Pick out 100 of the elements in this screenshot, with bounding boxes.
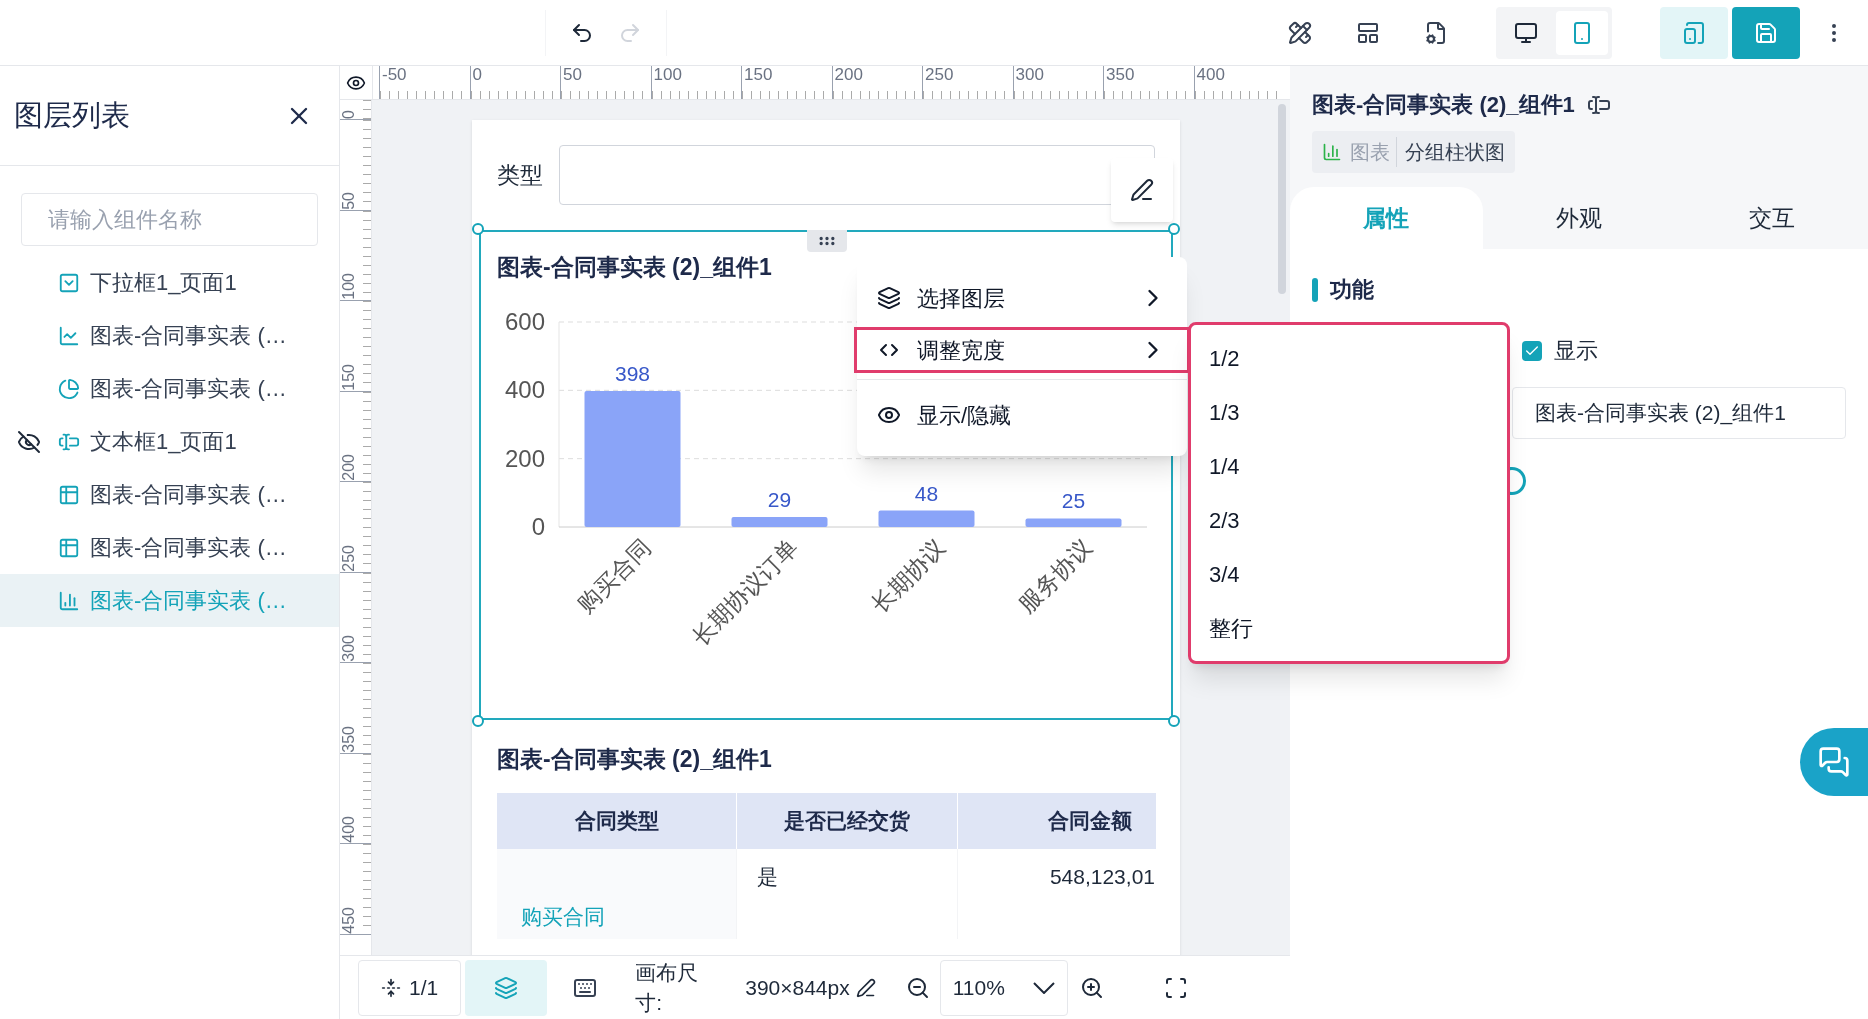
tab[interactable]: 交互 bbox=[1675, 187, 1868, 249]
canvas-size-value: 390×844px bbox=[745, 974, 850, 1001]
edit-button[interactable] bbox=[1111, 158, 1173, 222]
chat-button[interactable] bbox=[1800, 728, 1868, 796]
table-icon bbox=[58, 483, 80, 506]
table-header-cell: 合同类型 bbox=[497, 792, 737, 849]
layer-item[interactable]: 图表-合同事实表 (… bbox=[0, 521, 339, 574]
bar-value-label: 29 bbox=[767, 487, 792, 511]
resize-handle[interactable] bbox=[1168, 715, 1180, 727]
bar-value-label: 398 bbox=[615, 361, 650, 385]
ruler-mark: 350 bbox=[340, 724, 358, 753]
ruler-mark: 0 bbox=[340, 109, 358, 119]
hidden-icon[interactable] bbox=[17, 429, 41, 454]
submenu-option[interactable]: 1/2 bbox=[1191, 331, 1507, 385]
layer-item[interactable]: 下拉框1_页面1 bbox=[0, 256, 339, 309]
line-chart-icon bbox=[58, 324, 80, 347]
menu-label: 显示/隐藏 bbox=[917, 401, 1013, 430]
desktop-icon bbox=[1514, 20, 1538, 45]
ruler-mark: 50 bbox=[562, 66, 583, 84]
pie-chart-icon bbox=[58, 377, 80, 400]
category-label: 购买合同 bbox=[572, 533, 657, 618]
resize-handle[interactable] bbox=[472, 715, 484, 727]
search-field[interactable]: 请输入组件名称 bbox=[21, 193, 318, 246]
zoom-out-icon[interactable] bbox=[905, 975, 930, 1000]
submenu-option[interactable]: 整行 bbox=[1191, 601, 1507, 655]
bar-value-label: 48 bbox=[914, 481, 939, 505]
table-header-cell: 是否已经交货 bbox=[737, 792, 958, 849]
pen-icon[interactable] bbox=[855, 977, 876, 998]
layers-icon bbox=[877, 286, 901, 310]
component-title: 图表-合同事实表 (2)_组件1 bbox=[1312, 91, 1575, 119]
axis-tick-label: 400 bbox=[504, 375, 545, 403]
axis-tick-label: 600 bbox=[504, 307, 545, 335]
file-gear-icon[interactable] bbox=[1424, 20, 1448, 45]
layer-label: 图表-合同事实表 (… bbox=[90, 481, 287, 509]
ruler-mark: 250 bbox=[340, 543, 358, 572]
axis-tick-label: 0 bbox=[531, 512, 545, 540]
resize-handle[interactable] bbox=[472, 223, 484, 235]
ruler-mark: 0 bbox=[471, 66, 483, 84]
table-title: 图表-合同事实表 (2)_组件1 bbox=[497, 745, 773, 774]
submenu-option[interactable]: 1/3 bbox=[1191, 385, 1507, 439]
checkbox-label: 显示 bbox=[1554, 337, 1598, 365]
axis-tick-label: 200 bbox=[504, 444, 545, 472]
section-marker bbox=[1312, 277, 1318, 302]
layer-label: 图表-合同事实表 (… bbox=[90, 375, 287, 403]
ruler-mark: 300 bbox=[340, 634, 358, 662]
page-icon bbox=[381, 977, 401, 998]
layers-button[interactable] bbox=[465, 959, 548, 1016]
ruler-mark: 150 bbox=[743, 66, 774, 84]
zoom-in-icon[interactable] bbox=[1079, 975, 1104, 1000]
menu-label: 调整宽度 bbox=[917, 336, 1006, 365]
ruler-mark: 250 bbox=[924, 66, 955, 84]
layer-label: 下拉框1_页面1 bbox=[90, 269, 237, 297]
drag-handle[interactable] bbox=[807, 230, 847, 252]
layer-item[interactable]: 图表-合同事实表 (… bbox=[0, 309, 339, 362]
page-count-button[interactable]: 1/1 bbox=[358, 959, 462, 1016]
category-label: 长期协议 bbox=[866, 533, 951, 618]
type-category: 图表 bbox=[1350, 137, 1397, 167]
category-label: 服务协议 bbox=[1013, 533, 1098, 618]
category-label: 长期协议订单 bbox=[687, 533, 804, 650]
ruler-mark: 400 bbox=[340, 815, 358, 843]
bar-value-label: 25 bbox=[1061, 488, 1086, 512]
ruler-mark: -50 bbox=[381, 66, 408, 84]
select-field[interactable] bbox=[559, 145, 1155, 205]
ruler-mark: 150 bbox=[340, 362, 358, 391]
canvas-size-label: 画布尺寸: bbox=[635, 959, 700, 1016]
chat-icon bbox=[1818, 746, 1850, 778]
layer-label: 文本框1_页面1 bbox=[90, 428, 237, 456]
name-field[interactable]: 图表-合同事实表 (2)_组件1 bbox=[1512, 387, 1846, 439]
tablet-icon bbox=[1682, 20, 1706, 45]
panel-title: 图层列表 bbox=[14, 97, 130, 133]
layers-icon bbox=[494, 975, 519, 1000]
fit-screen-icon[interactable] bbox=[1163, 975, 1188, 1000]
submenu-option[interactable]: 3/4 bbox=[1191, 547, 1507, 601]
bar-chart-icon bbox=[1322, 142, 1342, 162]
show-checkbox[interactable] bbox=[1522, 340, 1542, 361]
table-cell: 是 bbox=[737, 848, 958, 939]
ruler-pencil-icon[interactable] bbox=[1288, 20, 1312, 45]
zoom-select[interactable]: 110% bbox=[939, 959, 1068, 1016]
ruler-mark: 350 bbox=[1105, 66, 1136, 84]
preview-button[interactable] bbox=[1660, 6, 1728, 59]
dropdown-icon bbox=[58, 271, 80, 294]
ruler-mark: 100 bbox=[340, 272, 358, 300]
resize-handle[interactable] bbox=[1168, 223, 1180, 235]
submenu-option[interactable]: 1/4 bbox=[1191, 439, 1507, 493]
layer-label: 图表-合同事实表 (… bbox=[90, 534, 287, 562]
bar-chart-icon bbox=[58, 589, 80, 612]
submenu-option[interactable]: 2/3 bbox=[1191, 493, 1507, 547]
chevron-down-icon bbox=[1032, 981, 1055, 994]
ruler-mark: 200 bbox=[833, 66, 864, 84]
menu-item[interactable]: 调整宽度 bbox=[854, 327, 1190, 373]
layout-icon[interactable] bbox=[1356, 20, 1380, 45]
layer-item[interactable]: 图表-合同事实表 (… bbox=[0, 468, 339, 521]
layer-item[interactable]: 图表-合同事实表 (… bbox=[0, 362, 339, 415]
tab[interactable]: 外观 bbox=[1482, 187, 1676, 249]
layer-label: 图表-合同事实表 (… bbox=[90, 322, 287, 350]
ruler-mark: 200 bbox=[340, 453, 358, 481]
layer-item[interactable]: 文本框1_页面1 bbox=[0, 415, 339, 468]
layer-label: 图表-合同事实表 (… bbox=[90, 587, 287, 615]
save-button[interactable] bbox=[1732, 6, 1800, 59]
type-name: 分组柱状图 bbox=[1405, 140, 1505, 165]
